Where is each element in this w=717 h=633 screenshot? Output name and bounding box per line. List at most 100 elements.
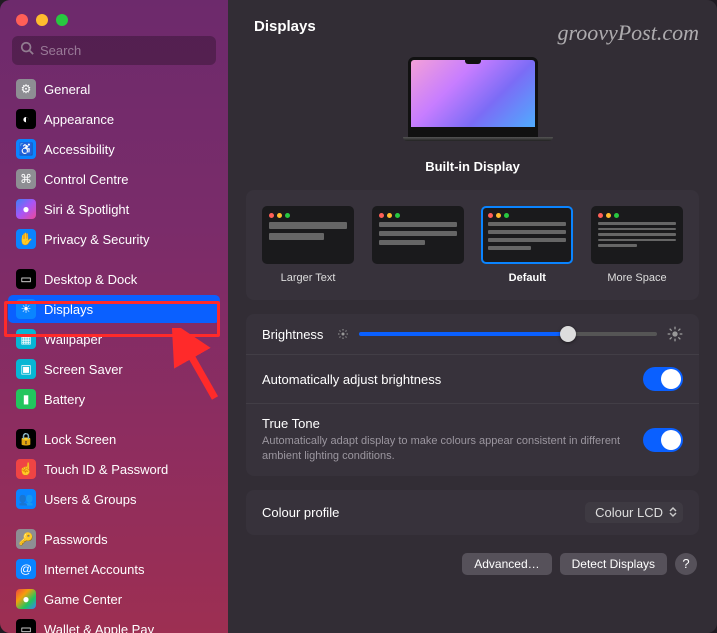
- sidebar-item-privacy[interactable]: ✋ Privacy & Security: [8, 225, 220, 253]
- sidebar-item-siri[interactable]: ● Siri & Spotlight: [8, 195, 220, 223]
- sidebar-item-users[interactable]: 👥 Users & Groups: [8, 485, 220, 513]
- scale-thumb-icon: [591, 206, 683, 264]
- fullscreen-window-button[interactable]: [56, 14, 68, 26]
- header: Displays: [228, 0, 717, 49]
- sidebar-item-label: Passwords: [44, 532, 108, 547]
- sidebar-item-label: Game Center: [44, 592, 122, 607]
- battery-icon: ▮: [16, 389, 36, 409]
- display-hero: Built-in Display: [246, 49, 699, 190]
- sidebar-item-label: Users & Groups: [44, 492, 136, 507]
- sidebar-item-appearance[interactable]: ◐ Appearance: [8, 105, 220, 133]
- sidebar-item-label: Appearance: [44, 112, 114, 127]
- brightness-panel: Brightness Automatically adjust brightne…: [246, 314, 699, 476]
- main-content: groovyPost.com Displays Built-in Display…: [228, 0, 717, 633]
- sidebar-item-label: Accessibility: [44, 142, 115, 157]
- scale-option-2[interactable]: Default: [481, 206, 573, 284]
- sidebar-item-lockscreen[interactable]: 🔒 Lock Screen: [8, 425, 220, 453]
- close-window-button[interactable]: [16, 14, 28, 26]
- search-icon: [20, 41, 34, 60]
- chevron-updown-icon: [669, 507, 677, 517]
- colour-profile-select[interactable]: Colour LCD: [585, 502, 683, 523]
- page-title: Displays: [254, 18, 717, 35]
- scale-option-0[interactable]: Larger Text: [262, 206, 354, 284]
- sidebar-item-gamecenter[interactable]: ● Game Center: [8, 585, 220, 613]
- truetone-description: Automatically adapt display to make colo…: [262, 434, 629, 464]
- sidebar-item-label: Displays: [44, 302, 93, 317]
- sidebar-item-label: Desktop & Dock: [44, 272, 137, 287]
- advanced-button[interactable]: Advanced…: [462, 553, 551, 575]
- privacy-icon: ✋: [16, 229, 36, 249]
- colour-profile-row: Colour profile Colour LCD: [246, 490, 699, 535]
- sidebar-item-desktop[interactable]: ▭ Desktop & Dock: [8, 265, 220, 293]
- sidebar-item-passwords[interactable]: 🔑 Passwords: [8, 525, 220, 553]
- sidebar-item-label: Touch ID & Password: [44, 462, 168, 477]
- sidebar-item-accessibility[interactable]: ♿Accessibility: [8, 135, 220, 163]
- sidebar-item-battery[interactable]: ▮ Battery: [8, 385, 220, 413]
- footer-buttons: Advanced… Detect Displays ?: [246, 549, 699, 575]
- sidebar-item-wallpaper[interactable]: ▦ Wallpaper: [8, 325, 220, 353]
- sidebar-item-label: Wallpaper: [44, 332, 102, 347]
- sidebar-nav: ⚙General ◐ Appearance ♿Accessibility ⌘ Contro…: [0, 75, 228, 633]
- colour-profile-value: Colour LCD: [595, 505, 663, 520]
- colour-profile-panel: Colour profile Colour LCD: [246, 490, 699, 535]
- macbook-illustration-icon: [403, 57, 543, 149]
- colour-profile-label: Colour profile: [262, 505, 571, 520]
- search-input[interactable]: [40, 43, 208, 58]
- minimize-window-button[interactable]: [36, 14, 48, 26]
- sidebar-item-label: Lock Screen: [44, 432, 116, 447]
- sidebar-item-label: Screen Saver: [44, 362, 123, 377]
- system-settings-window: ⚙General ◐ Appearance ♿Accessibility ⌘ Contro…: [0, 0, 717, 633]
- scale-option-label: Larger Text: [281, 272, 336, 284]
- detect-displays-button[interactable]: Detect Displays: [560, 553, 667, 575]
- sidebar-item-label: Wallet & Apple Pay: [44, 622, 154, 633]
- appearance-icon: ◐: [16, 109, 36, 129]
- auto-brightness-toggle[interactable]: [643, 367, 683, 391]
- auto-brightness-label: Automatically adjust brightness: [262, 372, 629, 387]
- users-icon: 👥: [16, 489, 36, 509]
- window-controls: [0, 0, 228, 36]
- auto-brightness-row: Automatically adjust brightness: [246, 354, 699, 403]
- scale-option-label: More Space: [607, 272, 666, 284]
- brightness-label: Brightness: [262, 327, 323, 342]
- sidebar-item-label: Internet Accounts: [44, 562, 144, 577]
- scale-option-3[interactable]: More Space: [591, 206, 683, 284]
- brightness-high-icon: [667, 326, 683, 342]
- brightness-row: Brightness: [246, 314, 699, 354]
- brightness-slider[interactable]: [359, 332, 657, 336]
- displays-icon: ☀: [16, 299, 36, 319]
- sidebar-item-touchid[interactable]: ☝Touch ID & Password: [8, 455, 220, 483]
- siri-icon: ●: [16, 199, 36, 219]
- sidebar-item-label: Battery: [44, 392, 85, 407]
- brightness-slider-knob[interactable]: [560, 326, 576, 342]
- gamecenter-icon: ●: [16, 589, 36, 609]
- search-input-wrap[interactable]: [12, 36, 216, 65]
- sidebar-item-label: Privacy & Security: [44, 232, 149, 247]
- truetone-row: True Tone Automatically adapt display to…: [246, 403, 699, 476]
- sidebar-item-general[interactable]: ⚙General: [8, 75, 220, 103]
- lockscreen-icon: 🔒: [16, 429, 36, 449]
- wallet-icon: ▭: [16, 619, 36, 633]
- passwords-icon: 🔑: [16, 529, 36, 549]
- desktop-icon: ▭: [16, 269, 36, 289]
- brightness-low-icon: [337, 328, 349, 340]
- sidebar-item-wallet[interactable]: ▭ Wallet & Apple Pay: [8, 615, 220, 633]
- content-scroll[interactable]: Built-in Display Larger Text Default More …: [228, 49, 717, 633]
- resolution-panel: Larger Text Default More Space: [246, 190, 699, 300]
- scale-thumb-icon: [372, 206, 464, 264]
- help-button[interactable]: ?: [675, 553, 697, 575]
- sidebar: ⚙General ◐ Appearance ♿Accessibility ⌘ Contro…: [0, 0, 228, 633]
- screensaver-icon: ▣: [16, 359, 36, 379]
- scale-option-1[interactable]: [372, 206, 464, 284]
- truetone-toggle[interactable]: [643, 428, 683, 452]
- sidebar-item-controlcentre[interactable]: ⌘ Control Centre: [8, 165, 220, 193]
- sidebar-item-screensaver[interactable]: ▣ Screen Saver: [8, 355, 220, 383]
- sidebar-item-label: Control Centre: [44, 172, 129, 187]
- sidebar-item-displays[interactable]: ☀ Displays: [8, 295, 220, 323]
- sidebar-item-label: Siri & Spotlight: [44, 202, 129, 217]
- display-name: Built-in Display: [246, 159, 699, 174]
- sidebar-item-internet[interactable]: @Internet Accounts: [8, 555, 220, 583]
- controlcentre-icon: ⌘: [16, 169, 36, 189]
- scale-thumb-icon: [262, 206, 354, 264]
- truetone-label: True Tone: [262, 416, 629, 431]
- wallpaper-icon: ▦: [16, 329, 36, 349]
